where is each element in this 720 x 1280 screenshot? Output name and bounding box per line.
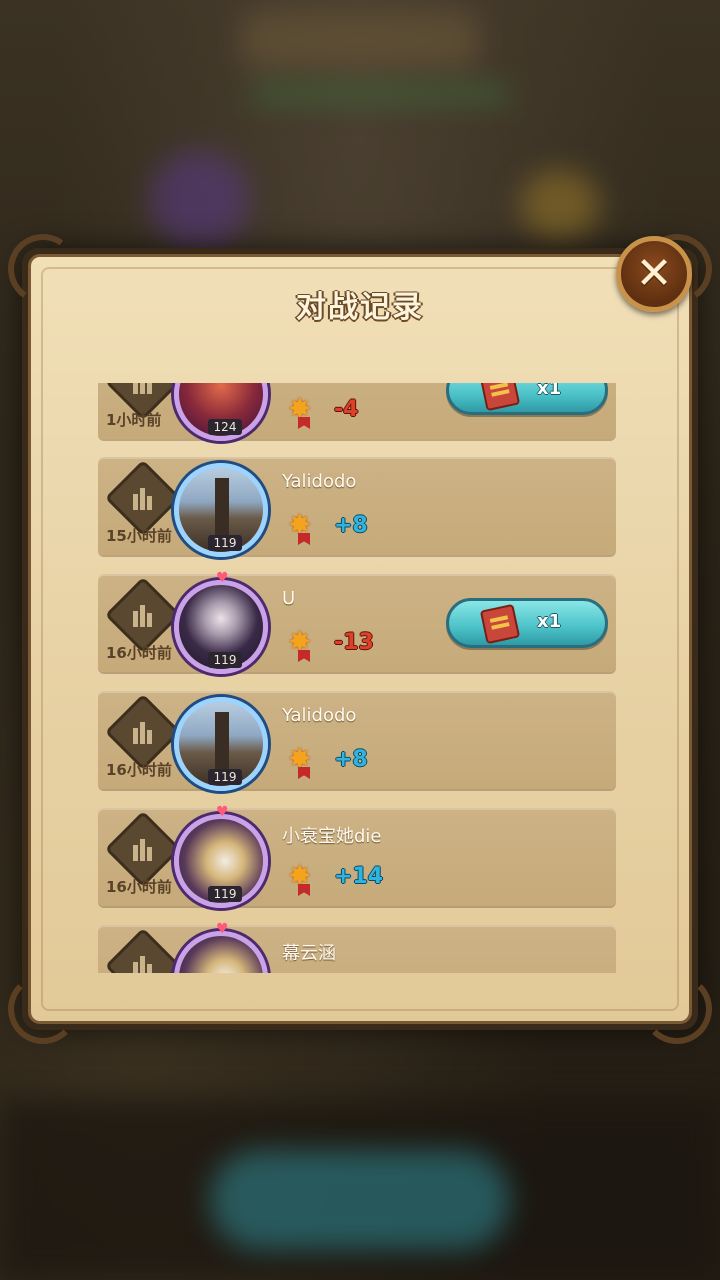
close-button[interactable]: ✕: [616, 236, 692, 312]
opponent-name: 小衰宝她die: [282, 826, 382, 847]
background-button-blur: [210, 1150, 510, 1250]
reward-button[interactable]: x1: [446, 598, 608, 648]
trophy-medal-icon: ✸: [288, 628, 320, 662]
opponent-level: 119: [208, 535, 242, 551]
score-change: +14: [334, 864, 384, 889]
record-time: 16小时前: [106, 644, 172, 662]
record-time: 16小时前: [106, 761, 172, 779]
battle-record-list[interactable]: 1小时前 ♥ 124 ✸ -4 x1 15小时前 119 Yalidodo ✸ +8 16小时前 ♥ 11…: [98, 383, 618, 973]
battle-record-row[interactable]: 16小时前 119 Yalidodo ✸ +8: [98, 691, 616, 791]
opponent-level: 119: [208, 769, 242, 785]
opponent-level: 124: [208, 419, 242, 435]
battle-record-row[interactable]: 16小时前 ♥ 119 U ✸ -13 x1: [98, 570, 616, 674]
scroll-ticket-icon: [479, 603, 521, 645]
opponent-name: Yalidodo: [282, 705, 357, 726]
score-change: -13: [334, 630, 374, 655]
score-change: -4: [334, 397, 359, 422]
score-change: +8: [334, 513, 368, 538]
opponent-avatar[interactable]: [174, 931, 268, 973]
record-time: 15小时前: [106, 527, 172, 545]
opponent-name: 幕云涵: [282, 943, 336, 964]
background-orb-blur: [150, 150, 250, 250]
opponent-level: 119: [208, 886, 242, 902]
opponent-level: 119: [208, 652, 242, 668]
battle-record-row[interactable]: 16小时前 ♥ 119 小衰宝她die ✸ +14: [98, 804, 616, 908]
record-time: 1小时前: [106, 411, 162, 429]
reward-count: x1: [537, 383, 562, 399]
corner-ornament: [8, 974, 78, 1044]
opponent-name: U: [282, 588, 296, 609]
trophy-medal-icon: ✸: [288, 745, 320, 779]
heart-icon: ♥: [216, 804, 229, 820]
trophy-medal-icon: ✸: [288, 862, 320, 896]
background-orb-blur: [520, 170, 600, 240]
record-time: 16小时前: [106, 878, 172, 896]
rank-chart-icon[interactable]: [104, 927, 182, 973]
battle-record-row[interactable]: 1小时前♥124✸-4x1: [98, 383, 616, 441]
close-icon: ✕: [635, 248, 673, 299]
score-change: +8: [334, 747, 368, 772]
heart-icon: ♥: [216, 570, 229, 586]
opponent-name: Yalidodo: [282, 471, 357, 492]
trophy-medal-icon: ✸: [288, 395, 320, 429]
battle-record-row[interactable]: ♥ 幕云涵: [98, 921, 616, 973]
reward-button[interactable]: x1: [446, 383, 608, 415]
scroll-ticket-icon: [479, 383, 521, 412]
corner-ornament: [642, 974, 712, 1044]
dialog-title: 对战记录: [296, 290, 424, 325]
heart-icon: ♥: [216, 921, 229, 937]
avatar-image: [179, 936, 263, 973]
background-bar-blur: [250, 85, 510, 103]
reward-count: x1: [537, 611, 562, 632]
trophy-medal-icon: ✸: [288, 511, 320, 545]
battle-record-row[interactable]: 15小时前 119 Yalidodo ✸ +8: [98, 457, 616, 557]
background-title-blur: [240, 10, 480, 70]
